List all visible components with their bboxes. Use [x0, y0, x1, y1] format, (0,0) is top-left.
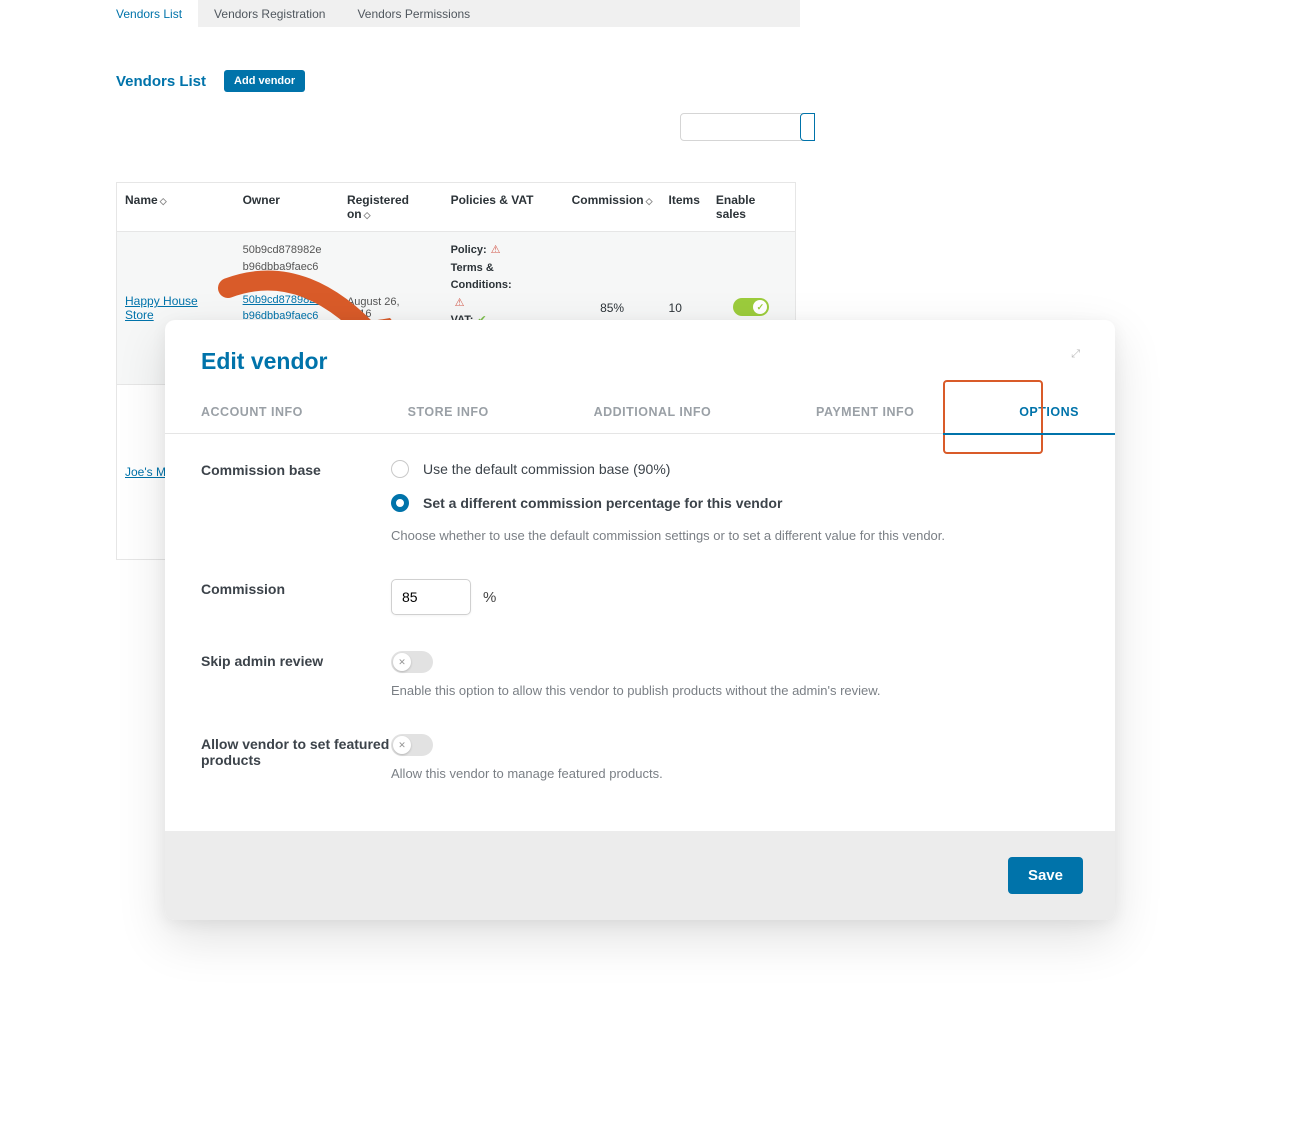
modal-body: Commission base Use the default commissi… [165, 434, 1115, 831]
tab-additional-info[interactable]: ADDITIONAL INFO [594, 393, 712, 433]
sort-icon: ◇ [646, 196, 653, 206]
resize-icon[interactable]: ⤢ [1071, 348, 1079, 361]
enable-sales-toggle[interactable] [733, 298, 769, 316]
search-button-edge[interactable] [800, 113, 815, 141]
tab-store-info[interactable]: STORE INFO [408, 393, 489, 433]
featured-help: Allow this vendor to manage featured pro… [391, 766, 1079, 781]
skip-review-toggle[interactable] [391, 651, 433, 673]
warning-icon: ⚠ [455, 297, 465, 309]
commission-base-help: Choose whether to use the default commis… [391, 528, 1079, 543]
save-button[interactable]: Save [1008, 857, 1083, 894]
commission-input[interactable] [391, 579, 471, 615]
sort-icon: ◇ [160, 196, 167, 206]
search-area [680, 113, 810, 141]
commission-label: Commission [201, 579, 391, 597]
edit-vendor-modal: Edit vendor ⤢ ACCOUNT INFO STORE INFO AD… [165, 320, 1115, 920]
top-tabs-bar: Vendors List Vendors Registration Vendor… [100, 0, 800, 27]
col-owner: Owner [235, 183, 339, 232]
radio-icon [391, 460, 409, 478]
radio-icon [391, 494, 409, 512]
tab-vendors-list[interactable]: Vendors List [100, 0, 198, 27]
commission-base-label: Commission base [201, 460, 391, 478]
col-enable-sales: Enable sales [708, 183, 796, 232]
skip-review-help: Enable this option to allow this vendor … [391, 683, 1079, 698]
tab-options[interactable]: OPTIONS [1019, 393, 1079, 433]
add-vendor-button[interactable]: Add vendor [224, 70, 305, 92]
tab-payment-info[interactable]: PAYMENT INFO [816, 393, 914, 433]
tab-vendors-registration[interactable]: Vendors Registration [198, 0, 341, 27]
col-policies: Policies & VAT [443, 183, 564, 232]
search-input[interactable] [680, 113, 810, 141]
page-title-row: Vendors List Add vendor [116, 70, 305, 92]
page-title: Vendors List [116, 73, 206, 90]
col-name[interactable]: Name◇ [117, 183, 235, 232]
col-items: Items [661, 183, 708, 232]
tab-vendors-permissions[interactable]: Vendors Permissions [341, 0, 486, 27]
warning-icon: ⚠ [491, 244, 501, 256]
modal-tabs: ACCOUNT INFO STORE INFO ADDITIONAL INFO … [165, 393, 1115, 434]
radio-default-commission[interactable]: Use the default commission base (90%) [391, 460, 1079, 478]
skip-review-label: Skip admin review [201, 651, 391, 669]
active-tab-underline [943, 433, 1115, 435]
featured-label: Allow vendor to set featured products [201, 734, 391, 768]
modal-title: Edit vendor [201, 348, 328, 375]
modal-footer: Save [165, 831, 1115, 920]
featured-toggle[interactable] [391, 734, 433, 756]
tab-account-info[interactable]: ACCOUNT INFO [201, 393, 303, 433]
col-commission[interactable]: Commission◇ [564, 183, 661, 232]
vendor-name-link[interactable]: Happy House Store [125, 294, 198, 322]
percent-label: % [483, 589, 496, 606]
sort-icon: ◇ [364, 210, 371, 220]
vendor-name-link[interactable]: Joe's M [125, 465, 166, 479]
col-registered[interactable]: Registered on◇ [339, 183, 443, 232]
radio-custom-commission[interactable]: Set a different commission percentage fo… [391, 494, 1079, 512]
